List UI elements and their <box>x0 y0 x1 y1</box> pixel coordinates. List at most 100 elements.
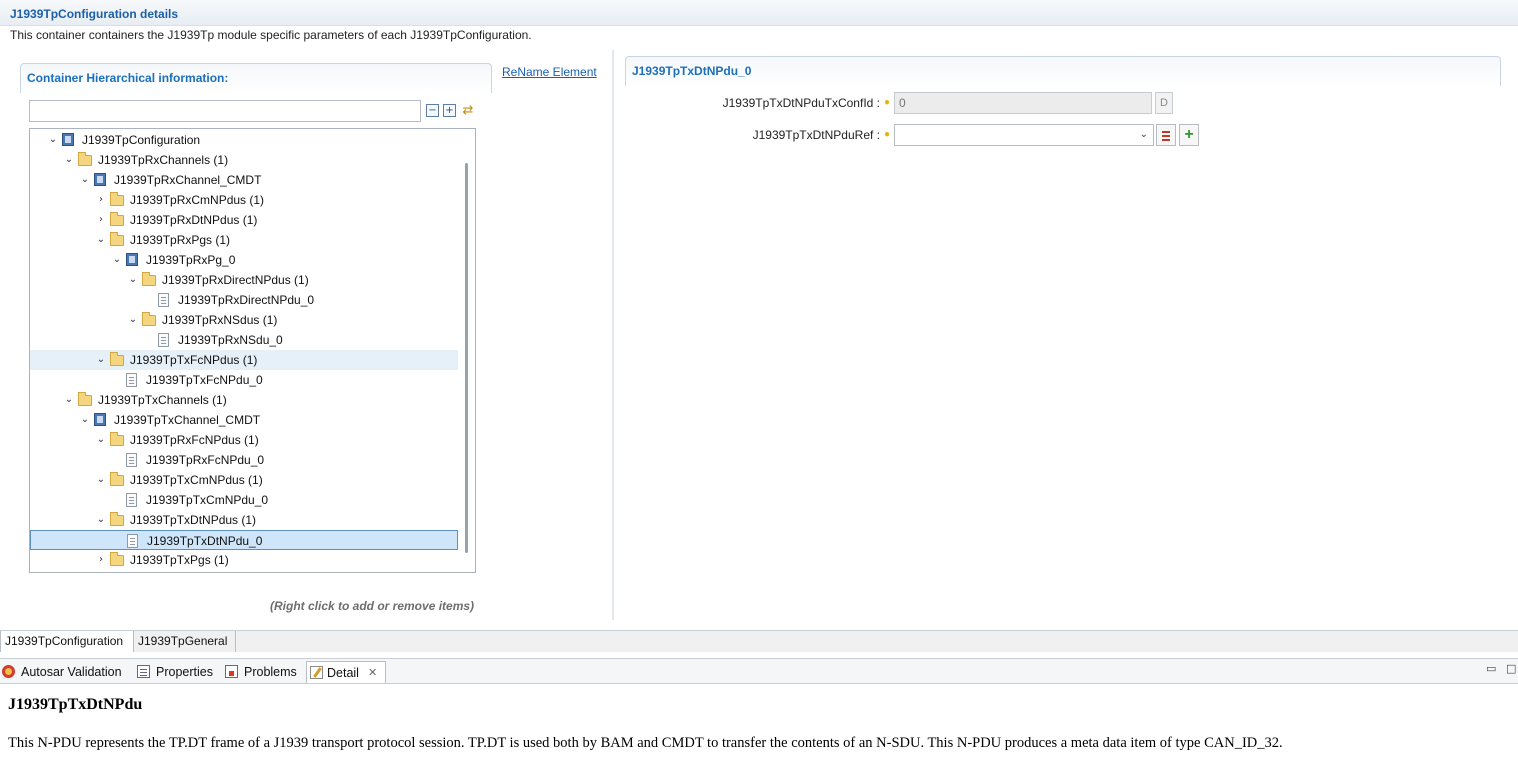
tree-node[interactable]: J1939TpRxFcNPdu_0 <box>30 450 458 470</box>
tab-detail[interactable]: Detail ✕ <box>306 661 386 683</box>
folder-icon <box>110 512 124 526</box>
txconfid-label: J1939TpTxDtNPduTxConfId : <box>722 96 880 110</box>
chevron-down-icon[interactable]: ⌄ <box>112 250 122 270</box>
hierarchy-section-header: Container Hierarchical information: <box>20 63 492 93</box>
context-hint: (Right click to add or remove items) <box>270 599 475 613</box>
chevron-down-icon[interactable]: ⌄ <box>96 350 106 370</box>
tab-j1939tp-general[interactable]: J1939TpGeneral <box>134 631 236 652</box>
tree-node[interactable]: ⌄ J1939TpRxPgs (1) <box>30 230 458 250</box>
container-tree[interactable]: ⌄ J1939TpConfiguration ⌄ J1939TpRxChannels … <box>29 128 476 573</box>
container-icon <box>126 253 138 266</box>
maximize-icon[interactable]: □ <box>1506 662 1516 675</box>
tree-node-label: J1939TpRxNSdu_0 <box>178 333 283 347</box>
folder-icon <box>78 152 92 166</box>
chevron-down-icon[interactable]: ⌄ <box>128 310 138 330</box>
close-icon[interactable]: ✕ <box>368 662 377 684</box>
link-with-editor-icon[interactable]: ⇄ <box>460 102 476 118</box>
tree-node-label: J1939TpRxDirectNPdu_0 <box>178 293 315 307</box>
chevron-down-icon[interactable]: ⌄ <box>48 130 58 150</box>
minimize-icon[interactable]: ▭ <box>1486 662 1496 675</box>
hint-bulb-icon[interactable]: ● <box>884 130 892 140</box>
chevron-right-icon[interactable]: › <box>96 190 106 210</box>
tree-node[interactable]: ⌄ J1939TpRxPg_0 <box>30 250 458 270</box>
tree-node-label: J1939TpRxFcNPdu_0 <box>146 453 265 467</box>
tree-node-label: J1939TpConfiguration <box>82 133 201 147</box>
tree-node[interactable]: J1939TpTxDtNPdu_0 <box>30 530 458 550</box>
tree-node[interactable]: ⌄ J1939TpTxChannel_CMDT <box>30 410 458 430</box>
file-icon <box>158 333 169 347</box>
tab-j1939tp-configuration[interactable]: J1939TpConfiguration <box>0 631 134 652</box>
tree-node[interactable]: ⌄ J1939TpRxFcNPdus (1) <box>30 430 458 450</box>
folder-icon <box>110 472 124 486</box>
chevron-down-icon[interactable]: ⌄ <box>64 150 74 170</box>
panel-divider[interactable] <box>612 50 614 620</box>
pduref-select[interactable]: ⌄ <box>894 124 1154 146</box>
tab-label: Properties <box>156 665 213 679</box>
tab-properties[interactable]: Properties <box>135 661 220 683</box>
chevron-down-icon[interactable]: ⌄ <box>96 510 106 530</box>
chevron-down-icon[interactable]: ⌄ <box>1140 125 1148 145</box>
rename-element-link[interactable]: ReName Element <box>502 65 597 79</box>
file-icon <box>126 373 137 387</box>
tree-node[interactable]: ⌄ J1939TpTxFcNPdus (1) <box>30 350 458 370</box>
collapse-all-icon[interactable]: − <box>426 104 439 117</box>
tree-node[interactable]: ⌄ J1939TpRxDirectNPdus (1) <box>30 270 458 290</box>
chevron-down-icon[interactable]: ⌄ <box>96 430 106 450</box>
tree-node[interactable]: › J1939TpRxCmNPdus (1) <box>30 190 458 210</box>
chevron-down-icon[interactable]: ⌄ <box>80 170 90 190</box>
chevron-down-icon[interactable]: ⌄ <box>80 410 90 430</box>
folder-icon <box>110 212 124 226</box>
add-icon[interactable]: + <box>1179 124 1199 146</box>
tree-node[interactable]: › J1939TpTxPgs (1) <box>30 550 458 570</box>
expand-all-icon[interactable]: + <box>443 104 456 117</box>
tree-filter-input[interactable] <box>29 100 421 122</box>
tree-node-label: J1939TpTxCmNPdus (1) <box>130 473 263 487</box>
hierarchy-section-title: Container Hierarchical information: <box>27 71 229 85</box>
tree-node[interactable]: J1939TpTxCmNPdu_0 <box>30 490 458 510</box>
tree-node-label: J1939TpTxCmNPdu_0 <box>146 493 269 507</box>
tree-node-label: J1939TpRxDirectNPdus (1) <box>162 273 309 287</box>
tree-node-label: J1939TpRxDtNPdus (1) <box>130 213 258 227</box>
container-icon <box>94 173 106 186</box>
tree-scrollbar[interactable] <box>465 163 468 553</box>
tree-node[interactable]: ⌄ J1939TpRxChannel_CMDT <box>30 170 458 190</box>
folder-icon <box>110 192 124 206</box>
folder-icon <box>110 432 124 446</box>
tree-node-label: J1939TpRxPgs (1) <box>130 233 231 247</box>
folder-icon <box>142 312 156 326</box>
editor-header: J1939TpConfiguration details <box>0 0 1518 26</box>
tree-node[interactable]: ⌄ J1939TpTxChannels (1) <box>30 390 458 410</box>
tree-node[interactable]: ⌄ J1939TpTxCmNPdus (1) <box>30 470 458 490</box>
tab-problems[interactable]: Problems <box>223 661 303 683</box>
tree-node-label: J1939TpRxFcNPdus (1) <box>130 433 259 447</box>
detail-title: J1939TpTxDtNPdu <box>8 696 143 713</box>
chevron-down-icon[interactable]: ⌄ <box>96 470 106 490</box>
list-icon[interactable] <box>1156 124 1176 146</box>
default-value-button[interactable]: D <box>1155 92 1173 114</box>
folder-icon <box>110 352 124 366</box>
txconfid-field[interactable]: 0 <box>894 92 1152 114</box>
detail-icon <box>310 666 323 679</box>
tab-label: Detail <box>327 666 359 680</box>
chevron-right-icon[interactable]: › <box>96 210 106 230</box>
tree-node[interactable]: ⌄ J1939TpRxNSdus (1) <box>30 310 458 330</box>
tree-node[interactable]: ⌄ J1939TpTxDtNPdus (1) <box>30 510 458 530</box>
chevron-right-icon[interactable]: › <box>96 550 106 570</box>
chevron-down-icon[interactable]: ⌄ <box>96 230 106 250</box>
tree-node-label: J1939TpTxFcNPdu_0 <box>146 373 263 387</box>
tree-node-label: J1939TpRxChannel_CMDT <box>114 173 262 187</box>
tab-autosar-validation[interactable]: Autosar Validation <box>0 661 132 683</box>
tree-node[interactable]: ⌄ J1939TpRxChannels (1) <box>30 150 458 170</box>
tree-node[interactable]: J1939TpRxDirectNPdu_0 <box>30 290 458 310</box>
details-section-title: J1939TpTxDtNPdu_0 <box>632 64 752 78</box>
tree-node[interactable]: J1939TpRxNSdu_0 <box>30 330 458 350</box>
tree-node-label: J1939TpTxFcNPdus (1) <box>130 353 258 367</box>
chevron-down-icon[interactable]: ⌄ <box>128 270 138 290</box>
tree-node-label: J1939TpTxDtNPdus (1) <box>130 513 257 527</box>
tree-node[interactable]: ⌄ J1939TpConfiguration <box>30 130 458 150</box>
chevron-down-icon[interactable]: ⌄ <box>64 390 74 410</box>
file-icon <box>158 293 169 307</box>
hint-bulb-icon[interactable]: ● <box>884 98 892 108</box>
tree-node[interactable]: J1939TpTxFcNPdu_0 <box>30 370 458 390</box>
tree-node[interactable]: › J1939TpRxDtNPdus (1) <box>30 210 458 230</box>
